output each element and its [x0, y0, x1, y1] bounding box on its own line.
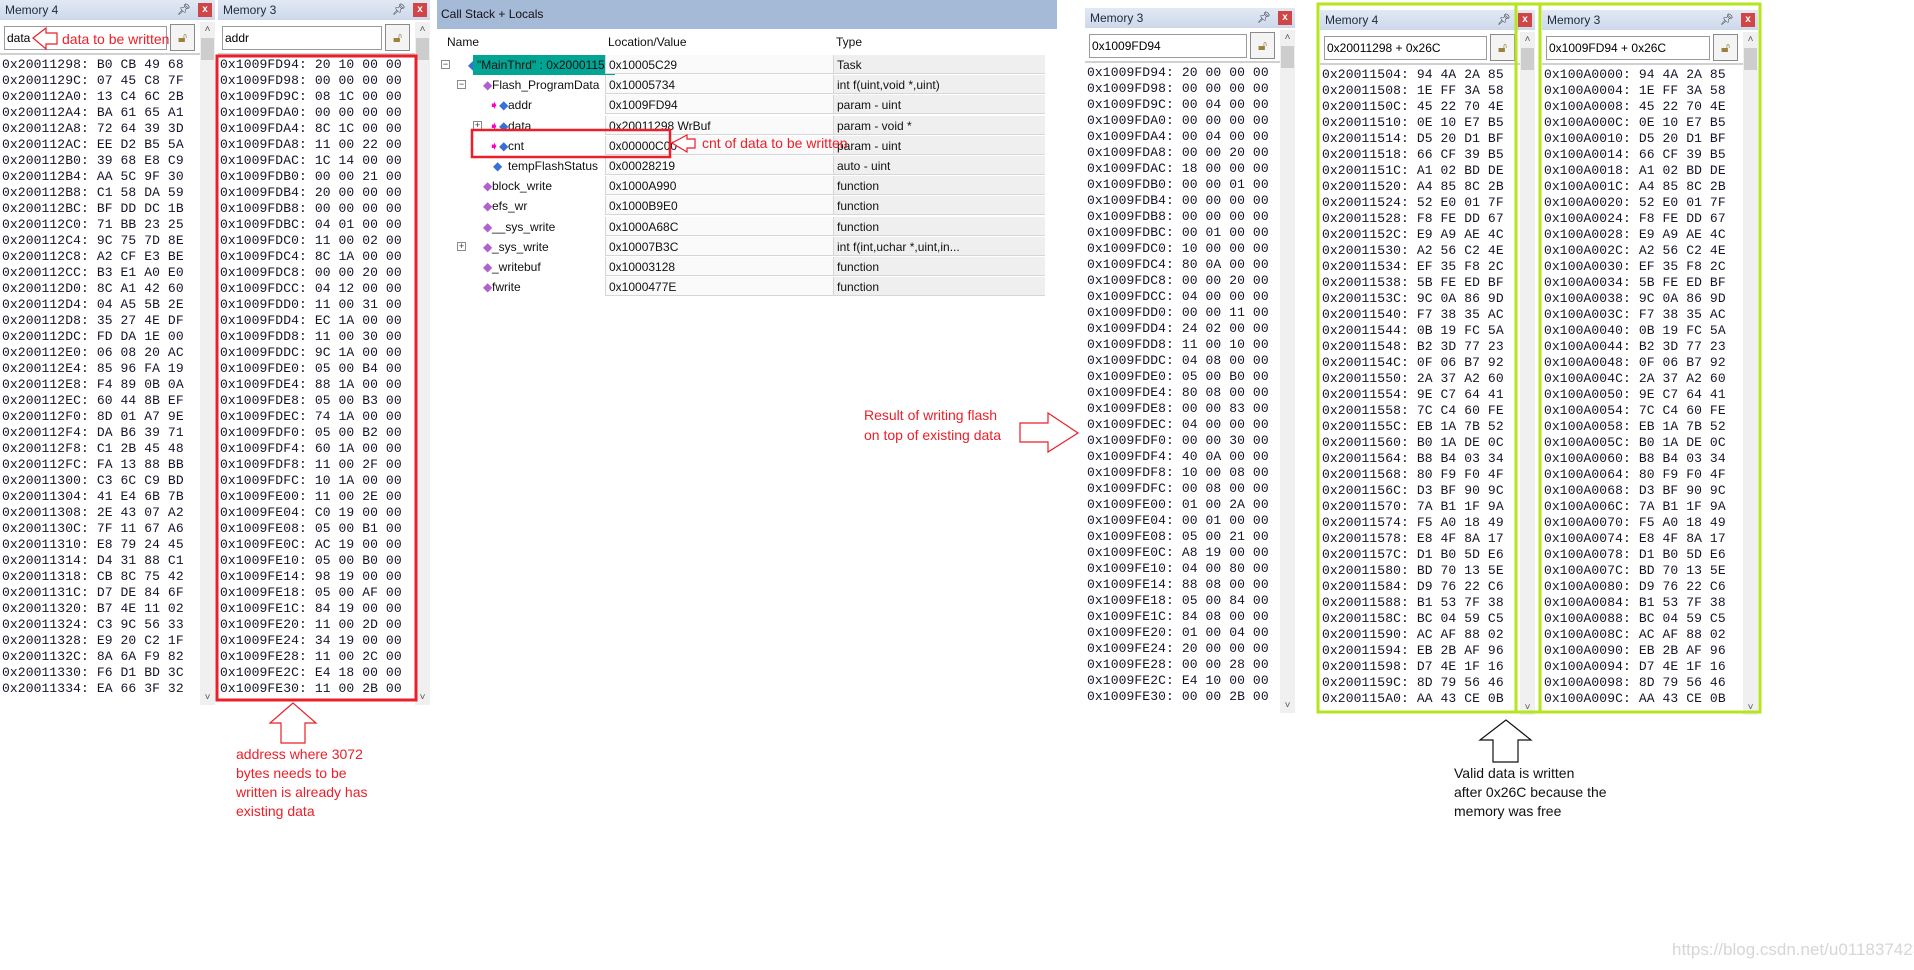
red-box-existing-data: [215, 54, 418, 702]
result-annotation: Result of writing flash on top of existi…: [864, 405, 1001, 445]
annotation-line: bytes needs to be: [236, 765, 347, 781]
annotation-line: address where 3072: [236, 746, 363, 762]
annotation-line: written is already has: [236, 784, 368, 800]
annotation-line: on top of existing data: [864, 427, 1001, 443]
green-box-data-offset: [1316, 2, 1518, 714]
annotation-line: Valid data is written: [1454, 765, 1575, 781]
annotation-line: memory was free: [1454, 803, 1562, 819]
annotation-line: after 0x26C because the: [1454, 784, 1607, 800]
green-box-scrollbar: [1514, 2, 1542, 714]
cnt-annotation: cnt of data to be written: [702, 135, 848, 151]
red-box-cnt: [470, 128, 672, 159]
address-annotation: address where 3072 bytes needs to be wri…: [236, 745, 368, 821]
annotation-line: Result of writing flash: [864, 407, 998, 423]
valid-data-annotation: Valid data is written after 0x26C becaus…: [1454, 764, 1607, 821]
arrow-right-icon: [1019, 411, 1080, 454]
arrow-left-icon: [32, 26, 58, 51]
data-annotation: data to be written: [62, 31, 170, 47]
arrow-up-icon: [268, 702, 318, 744]
annotation-overlay: [32, 2, 1762, 763]
green-box-addr-offset: [1538, 2, 1762, 714]
arrow-up-icon: [1478, 719, 1533, 763]
watermark: https://blog.csdn.net/u011837423: [1672, 940, 1914, 959]
annotation-line: existing data: [236, 803, 315, 819]
arrow-left-icon: [670, 134, 696, 154]
